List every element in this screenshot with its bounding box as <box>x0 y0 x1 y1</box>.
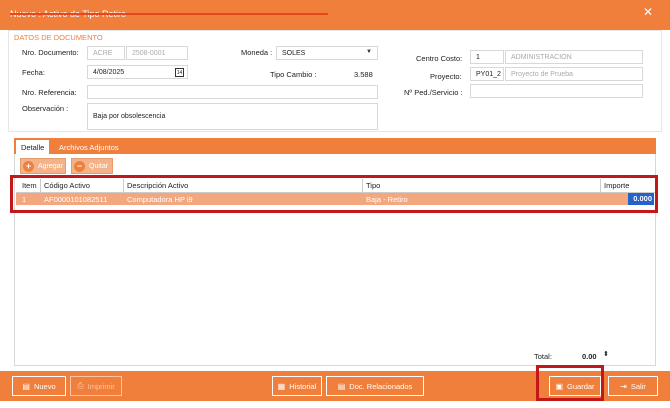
nro-documento-serie-field[interactable]: ACRE <box>87 46 125 60</box>
proyecto-label: Proyecto: <box>430 72 462 81</box>
chevron-down-icon: ▼ <box>366 49 372 55</box>
centro-costo-label: Centro Costo: <box>416 54 463 63</box>
printer-icon: ⎙ <box>77 381 84 390</box>
tab-detalle[interactable]: Detalle <box>16 140 50 154</box>
salir-label: Salir <box>630 381 646 391</box>
tipo-cambio-label: Tipo Cambio : <box>270 70 317 79</box>
section-title: DATOS DE DOCUMENTO <box>14 33 103 42</box>
nro-referencia-field[interactable] <box>87 85 378 99</box>
fecha-label: Fecha: <box>22 68 45 77</box>
imprimir-button[interactable]: ⎙ Imprimir <box>70 376 122 396</box>
ped-servicio-label: Nº Ped./Servicio : <box>404 88 463 97</box>
historial-button[interactable]: ▦ Historial <box>272 376 322 396</box>
observacion-field[interactable]: Baja por obsolescencia <box>87 103 378 130</box>
observacion-label: Observación : <box>22 104 69 113</box>
related-docs-icon: ▤ <box>337 381 346 391</box>
calendar-icon[interactable]: 14 <box>175 68 184 77</box>
nro-documento-numero-field[interactable]: 2508-0001 <box>126 46 188 60</box>
moneda-value: SOLES <box>282 49 306 57</box>
doc-relacionados-button[interactable]: ▤ Doc. Relacionados <box>326 376 424 396</box>
salir-button[interactable]: ⇥ Salir <box>608 376 658 396</box>
tab-archivos-adjuntos[interactable]: Archivos Adjuntos <box>54 140 124 154</box>
exit-icon: ⇥ <box>620 381 627 391</box>
nuevo-button[interactable]: ▤ Nuevo <box>12 376 66 396</box>
moneda-select[interactable]: SOLES ▼ <box>276 46 378 60</box>
quitar-button[interactable]: − Quitar <box>71 158 113 174</box>
highlight-save-box <box>536 365 604 401</box>
doc-relacionados-label: Doc. Relacionados <box>349 381 413 391</box>
ped-servicio-field[interactable] <box>470 84 643 98</box>
nuevo-label: Nuevo <box>33 381 56 391</box>
highlight-grid-box <box>10 175 658 213</box>
imprimir-label: Imprimir <box>87 381 115 391</box>
spinner-icon[interactable]: ⬍ <box>603 350 609 358</box>
centro-costo-name-field: ADMINISTRACION <box>505 50 643 64</box>
nro-referencia-label: Nro. Referencia: <box>22 88 77 97</box>
tipo-cambio-value: 3.588 <box>354 70 373 79</box>
history-icon: ▦ <box>277 381 286 391</box>
historial-label: Historial <box>289 381 317 391</box>
agregar-label: Agregar <box>38 162 63 170</box>
fecha-value: 4/08/2025 <box>93 68 125 76</box>
plus-icon: + <box>23 160 34 172</box>
centro-costo-code-field[interactable]: 1 <box>470 50 504 64</box>
title-underline <box>10 13 328 15</box>
quitar-label: Quitar <box>89 162 109 170</box>
moneda-label: Moneda : <box>241 48 273 57</box>
total-value: 0.00 <box>582 352 597 361</box>
fecha-field[interactable]: 4/08/2025 14 <box>87 65 188 79</box>
proyecto-code-field[interactable]: PY01_2 <box>470 67 504 81</box>
total-label: Total: <box>534 352 552 361</box>
minus-icon: − <box>74 160 85 172</box>
new-document-icon: ▤ <box>22 381 30 391</box>
agregar-button[interactable]: + Agregar <box>20 158 66 174</box>
close-button[interactable]: ✕ <box>638 4 658 20</box>
proyecto-name-field: Proyecto de Prueba <box>505 67 643 81</box>
nro-documento-label: Nro. Documento: <box>22 48 79 57</box>
